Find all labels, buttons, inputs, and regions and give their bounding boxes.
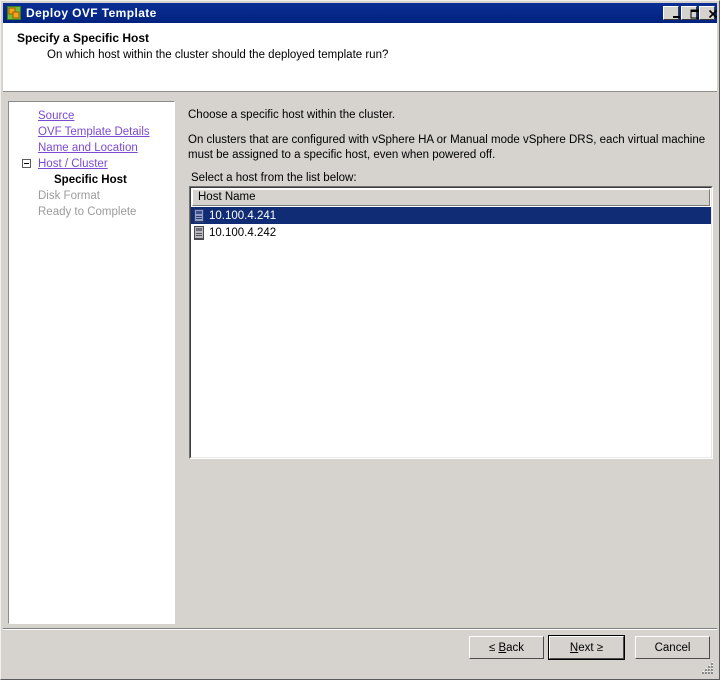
description-paragraph: On clusters that are configured with vSp…	[188, 134, 706, 161]
host-list-box[interactable]: Host Name 10.100.4.241 10.100.4.242	[189, 186, 713, 459]
sidebar-item-name-and-location[interactable]: Name and Location	[17, 140, 172, 156]
title-bar[interactable]: Deploy OVF Template	[3, 3, 718, 23]
deploy-ovf-template-dialog: Deploy OVF Template Specify a Specific H…	[0, 0, 720, 680]
next-suffix: ≥	[596, 641, 604, 654]
next-accel: N	[569, 641, 579, 654]
sidebar-item-label[interactable]: Name and Location	[38, 142, 138, 154]
back-accel: B	[498, 641, 507, 654]
sidebar-item-ready-to-complete: Ready to Complete	[17, 204, 172, 220]
host-list-label: Select a host from the list below:	[191, 172, 357, 184]
table-row[interactable]: 10.100.4.242	[191, 224, 711, 241]
sidebar-item-label[interactable]: OVF Template Details	[38, 126, 150, 138]
sidebar-item-label: Ready to Complete	[38, 206, 137, 218]
dialog-footer: ≤ Back Next ≥ Cancel	[3, 630, 717, 677]
table-row[interactable]: 10.100.4.241	[191, 207, 711, 224]
close-button[interactable]	[699, 6, 718, 20]
host-name-cell: 10.100.4.242	[209, 226, 277, 239]
sidebar-item-disk-format: Disk Format	[17, 188, 172, 204]
page-title: Specify a Specific Host	[17, 31, 150, 45]
host-icon	[194, 225, 204, 240]
wizard-step-sidebar: Source OVF Template Details Name and Loc…	[8, 101, 175, 624]
sidebar-item-label: Specific Host	[54, 174, 127, 186]
back-button[interactable]: ≤ Back	[469, 636, 544, 659]
minimize-button[interactable]	[663, 6, 680, 20]
host-list-rows: 10.100.4.241 10.100.4.242	[191, 206, 711, 241]
back-prefix: ≤	[488, 641, 499, 654]
ovf-template-icon	[6, 5, 22, 21]
page-subtitle: On which host within the cluster should …	[47, 49, 389, 61]
host-icon	[194, 208, 204, 223]
window-title: Deploy OVF Template	[26, 6, 157, 20]
cancel-button[interactable]: Cancel	[635, 636, 710, 659]
next-mid: ext	[578, 641, 597, 654]
sidebar-item-source[interactable]: Source	[17, 108, 172, 124]
resize-grip[interactable]	[701, 661, 715, 675]
wizard-step-list: Source OVF Template Details Name and Loc…	[17, 108, 172, 220]
intro-paragraph: Choose a specific host within the cluste…	[188, 109, 396, 121]
sidebar-item-label[interactable]: Host / Cluster	[38, 158, 108, 170]
wizard-header: Specify a Specific Host On which host wi…	[3, 23, 717, 92]
host-name-cell: 10.100.4.241	[209, 209, 277, 222]
sidebar-item-host-cluster[interactable]: Host / Cluster	[17, 156, 172, 172]
window-controls	[663, 6, 718, 20]
sidebar-item-specific-host: Specific Host	[17, 172, 172, 188]
back-suffix: ack	[506, 641, 525, 654]
sidebar-item-ovf-template-details[interactable]: OVF Template Details	[17, 124, 172, 140]
collapse-minus-icon[interactable]	[22, 159, 31, 168]
wizard-main-pane: Choose a specific host within the cluste…	[187, 101, 714, 624]
sidebar-item-label[interactable]: Source	[38, 110, 74, 122]
next-button[interactable]: Next ≥	[548, 635, 625, 660]
host-list-inner: Host Name 10.100.4.241 10.100.4.242	[190, 187, 712, 458]
maximize-button[interactable]	[681, 6, 700, 20]
sidebar-item-label: Disk Format	[38, 190, 100, 202]
column-header-host-name[interactable]: Host Name	[192, 189, 710, 206]
